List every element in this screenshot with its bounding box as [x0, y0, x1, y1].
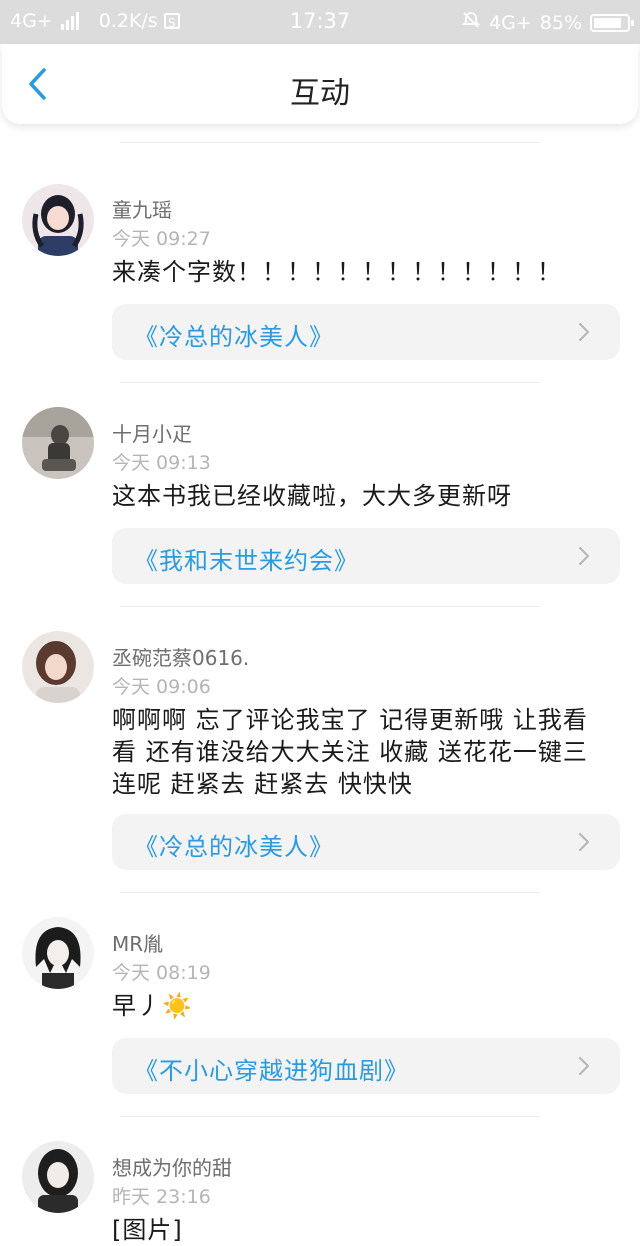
comment-text: 啊啊啊 忘了评论我宝了 记得更新哦 让我看看 还有谁没给大大关注 收藏 送花花一…	[112, 706, 588, 798]
comment-text: 早丿☀️	[112, 992, 193, 1020]
divider	[120, 382, 540, 383]
username[interactable]: 丞碗范蔡0616.	[112, 642, 249, 671]
comment-text: 来凑个字数！！！！！！！！！！！！！	[112, 258, 562, 286]
battery-icon	[590, 13, 634, 32]
nav-bar: 互动	[2, 44, 638, 124]
divider	[120, 1116, 540, 1117]
book-title: 《不小心穿越进狗血剧》	[134, 1057, 409, 1085]
avatar[interactable]	[22, 184, 94, 256]
book-title: 《冷总的冰美人》	[134, 323, 334, 351]
network-type-right: 4G+	[489, 11, 532, 34]
battery-fill	[594, 17, 622, 28]
comment-item: 想成为你的甜 昨天 23:16 [图片]	[0, 1116, 640, 1244]
comment-item: 童九瑶 今天 09:27 来凑个字数！！！！！！！！！！！！！ 《冷总的冰美人》	[0, 142, 640, 382]
status-right: 4G+ 85%	[461, 10, 634, 35]
chevron-right-icon	[578, 1056, 590, 1076]
status-bar: 4G+ 0.2K/s S 17:37 4G+ 85%	[0, 0, 640, 44]
avatar[interactable]	[22, 1141, 94, 1213]
book-link-card[interactable]: 《我和末世来约会》	[112, 528, 620, 584]
comment-text: 这本书我已经收藏啦，大大多更新呀	[112, 482, 512, 510]
avatar[interactable]	[22, 407, 94, 479]
chevron-right-icon	[578, 546, 590, 566]
username[interactable]: 想成为你的甜	[112, 1152, 232, 1181]
book-link-card[interactable]: 《冷总的冰美人》	[112, 814, 620, 870]
comment-time: 今天 09:13	[112, 452, 211, 474]
book-link-card[interactable]: 《冷总的冰美人》	[112, 304, 620, 360]
username[interactable]: 十月小疋	[112, 418, 192, 447]
comment-item: 十月小疋 今天 09:13 这本书我已经收藏啦，大大多更新呀 《我和末世来约会》	[0, 382, 640, 606]
username[interactable]: MR胤	[112, 928, 163, 957]
divider	[120, 142, 540, 143]
comment-item: 丞碗范蔡0616. 今天 09:06 啊啊啊 忘了评论我宝了 记得更新哦 让我看…	[0, 606, 640, 892]
page-title: 互动	[290, 76, 350, 111]
battery-percent: 85%	[539, 11, 582, 34]
divider	[120, 892, 540, 893]
comment-time: 今天 09:27	[112, 228, 211, 250]
comment-time: 今天 08:19	[112, 962, 211, 984]
book-link-card[interactable]: 《不小心穿越进狗血剧》	[112, 1038, 620, 1094]
avatar[interactable]	[22, 917, 94, 989]
comment-time: 今天 09:06	[112, 676, 211, 698]
chevron-right-icon	[578, 322, 590, 342]
chevron-right-icon	[578, 832, 590, 852]
username[interactable]: 童九瑶	[112, 194, 172, 223]
divider	[120, 606, 540, 607]
book-title: 《冷总的冰美人》	[134, 833, 334, 861]
book-title: 《我和末世来约会》	[134, 547, 359, 575]
comment-text: [图片]	[112, 1216, 183, 1244]
mute-bell-icon	[461, 10, 481, 35]
comment-feed: 童九瑶 今天 09:27 来凑个字数！！！！！！！！！！！！！ 《冷总的冰美人》…	[0, 124, 640, 1244]
avatar[interactable]	[22, 631, 94, 703]
comment-item: MR胤 今天 08:19 早丿☀️ 《不小心穿越进狗血剧》	[0, 892, 640, 1116]
